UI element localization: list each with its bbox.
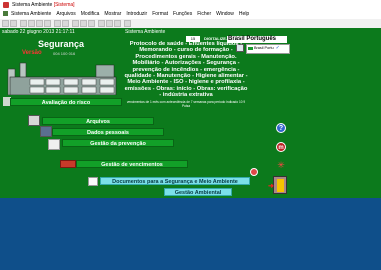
window-title-tag: [Sistema] bbox=[53, 2, 75, 8]
image-icon[interactable] bbox=[88, 20, 95, 27]
page-title: Segurança bbox=[37, 39, 85, 49]
check-icon: ✓ bbox=[275, 45, 280, 51]
door-shape bbox=[277, 179, 284, 192]
version-label: Versão bbox=[22, 50, 42, 56]
paste-icon[interactable] bbox=[44, 20, 51, 27]
menu-item-modifica[interactable]: Modifica bbox=[81, 11, 100, 17]
brazil-flag-icon bbox=[248, 46, 253, 50]
sort-icon[interactable] bbox=[98, 20, 105, 27]
table-icon[interactable] bbox=[72, 20, 79, 27]
menu-item-funcoes[interactable]: Funções bbox=[173, 11, 192, 17]
documents-button[interactable]: Documentos para a Segurança e Meio Ambie… bbox=[100, 177, 250, 185]
risk-assessment-button[interactable]: Avaliação do risco bbox=[10, 98, 122, 106]
window-title: Sistema Ambiente bbox=[12, 2, 53, 8]
menu-item-help[interactable]: Help bbox=[239, 11, 249, 17]
expirations-icon bbox=[60, 160, 76, 168]
version-number: 004 100 016 bbox=[53, 51, 76, 56]
title-bar: Sistema Ambiente [Sistema] bbox=[0, 0, 381, 10]
cut-icon[interactable] bbox=[28, 20, 35, 27]
menu-app-icon bbox=[3, 11, 8, 17]
language-dropdown[interactable]: Brasil Portu ✓ bbox=[246, 44, 290, 54]
m-icon[interactable]: m bbox=[276, 142, 286, 152]
app-icon bbox=[3, 2, 9, 8]
expiration-notice: vencimentos de 1 mês com antecedência de… bbox=[126, 100, 246, 108]
environment-button[interactable]: Gestão Ambiental bbox=[164, 188, 232, 196]
undo-icon[interactable] bbox=[54, 20, 61, 27]
menu-item-arquivos[interactable]: Arquivos bbox=[56, 11, 75, 17]
zoom-icon[interactable] bbox=[114, 20, 121, 27]
date-time: sabado 22 giugno 2013 21:17:11 bbox=[2, 29, 75, 35]
files-button[interactable]: Arquivos bbox=[42, 117, 154, 125]
menu-item-format[interactable]: Format bbox=[152, 11, 168, 17]
globe-icon[interactable] bbox=[250, 168, 258, 176]
app-name-label: Sistema Ambiente bbox=[125, 29, 166, 35]
documents-icon bbox=[88, 177, 98, 186]
menu-item-window[interactable]: Window bbox=[216, 11, 234, 17]
spell-check-icon[interactable] bbox=[20, 20, 27, 27]
menu-item-mostrar[interactable]: Mostrar bbox=[104, 11, 121, 17]
print-icon[interactable] bbox=[10, 20, 17, 27]
menu-bar: Sistema Ambiente Arquivos Modifica Mostrar I… bbox=[0, 10, 381, 19]
copy-icon[interactable] bbox=[36, 20, 43, 27]
menu-item-ficher[interactable]: Ficher bbox=[197, 11, 211, 17]
bottom-area bbox=[0, 198, 381, 270]
personal-data-icon bbox=[40, 126, 52, 137]
prevention-button[interactable]: Gestão da prevenção bbox=[62, 139, 174, 147]
save-icon[interactable] bbox=[2, 20, 9, 27]
personal-data-button[interactable]: Dados pessoais bbox=[52, 128, 164, 136]
modules-description: Protocolo de saúde - Efluentes líquidos … bbox=[124, 41, 248, 99]
language-dropdown-value: Brasil Portu bbox=[254, 46, 274, 50]
left-panel: Segurança Versão 004 100 016 bbox=[0, 37, 122, 97]
help-icon[interactable]: ? bbox=[276, 123, 286, 133]
chart-icon[interactable] bbox=[80, 20, 87, 27]
toolbar bbox=[0, 19, 381, 28]
files-icon bbox=[28, 115, 40, 126]
menu-item-sistema-ambiente[interactable]: Sistema Ambiente bbox=[11, 11, 51, 17]
help-tool-icon[interactable] bbox=[124, 20, 131, 27]
right-panel bbox=[284, 37, 381, 97]
filter-icon[interactable] bbox=[106, 20, 113, 27]
exit-door-icon[interactable]: ➜ bbox=[268, 176, 287, 194]
sun-icon[interactable]: ✳ bbox=[277, 161, 285, 170]
expirations-button[interactable]: Gestão de vencimentos bbox=[76, 160, 188, 168]
redo-icon[interactable] bbox=[62, 20, 69, 27]
exit-arrow-icon: ➜ bbox=[268, 183, 274, 190]
prevention-icon bbox=[48, 139, 60, 150]
menu-item-introduzir[interactable]: Introduzir bbox=[126, 11, 147, 17]
factory-illustration bbox=[7, 62, 117, 95]
